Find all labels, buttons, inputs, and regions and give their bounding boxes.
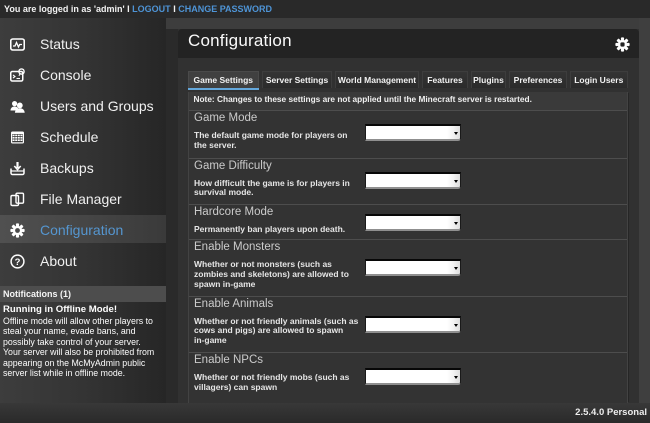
svg-text:?: ? bbox=[15, 257, 21, 268]
